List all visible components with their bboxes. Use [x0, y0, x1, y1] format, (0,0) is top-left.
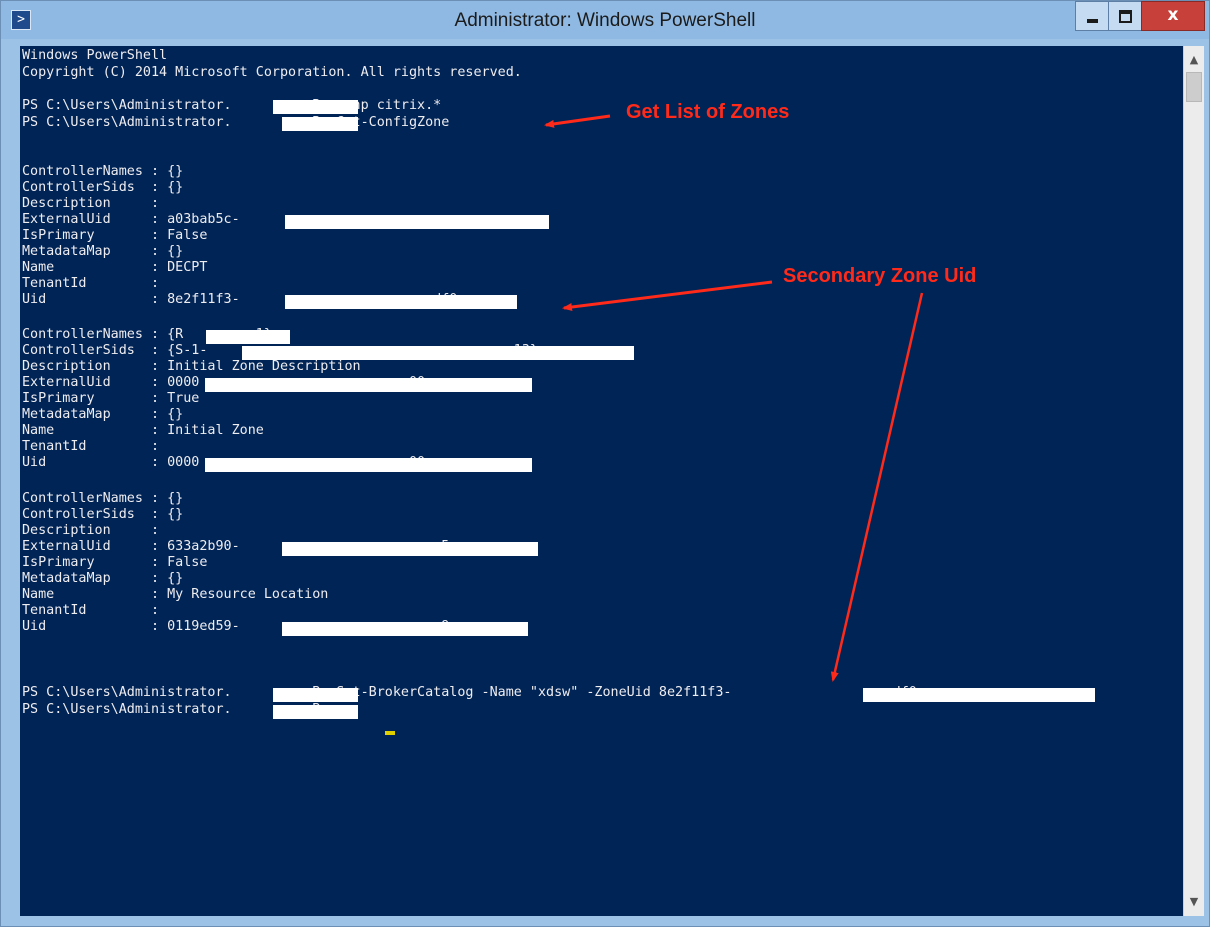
annotation-arrow: [830, 292, 924, 682]
annotation-arrow: [544, 114, 611, 128]
annotation-arrow: [562, 280, 773, 311]
annotation-arrows: [544, 114, 924, 682]
